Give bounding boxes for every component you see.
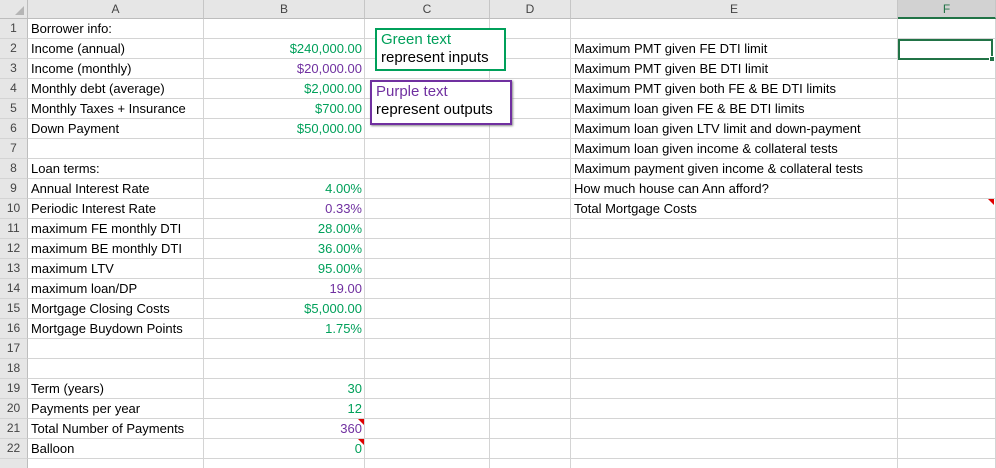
row-header-13[interactable]: 13	[0, 259, 28, 279]
label-cell-a11[interactable]: maximum FE monthly DTI	[28, 219, 204, 239]
label-cell-a5[interactable]: Monthly Taxes + Insurance	[28, 99, 204, 119]
inputs-legend-textbox[interactable]: Green text represent inputs	[375, 28, 506, 71]
input-value-b20[interactable]: 12	[204, 399, 365, 419]
select-all-corner[interactable]	[0, 0, 28, 19]
column-header-f[interactable]: F	[898, 0, 996, 19]
output-label-e8[interactable]: Maximum payment given income & collatera…	[571, 159, 898, 179]
label-cell-a16[interactable]: Mortgage Buydown Points	[28, 319, 204, 339]
row-header-18[interactable]: 18	[0, 359, 28, 379]
spreadsheet-grid[interactable]: A B C D E F 1 2 3 4 5 6 7 8 9 10 11 12 13 14 15 16 17 18 19 20 21 2…	[0, 0, 996, 468]
label-cell-a22[interactable]: Balloon	[28, 439, 204, 459]
row-header-21[interactable]: 21	[0, 419, 28, 439]
output-label-e2[interactable]: Maximum PMT given FE DTI limit	[571, 39, 898, 59]
input-value-b19[interactable]: 30	[204, 379, 365, 399]
gridline-horizontal	[28, 358, 996, 359]
outputs-legend-textbox[interactable]: Purple text represent outputs	[370, 80, 512, 125]
input-value-b12[interactable]: 36.00%	[204, 239, 365, 259]
output-label-e3[interactable]: Maximum PMT given BE DTI limit	[571, 59, 898, 79]
outputs-legend-desc: represent outputs	[376, 101, 493, 118]
row-header-12[interactable]: 12	[0, 239, 28, 259]
row-header-6[interactable]: 6	[0, 119, 28, 139]
input-value-b13[interactable]: 95.00%	[204, 259, 365, 279]
row-header-20[interactable]: 20	[0, 399, 28, 419]
input-value-b2[interactable]: $240,000.00	[204, 39, 365, 59]
comment-indicator-e10-icon	[988, 199, 994, 205]
select-all-triangle-icon	[15, 6, 24, 15]
row-header-8[interactable]: 8	[0, 159, 28, 179]
inputs-legend-desc: represent inputs	[381, 49, 489, 66]
label-cell-a4[interactable]: Monthly debt (average)	[28, 79, 204, 99]
row-header-partial[interactable]	[0, 459, 28, 468]
inputs-legend-title: Green text	[381, 31, 452, 48]
output-label-e5[interactable]: Maximum loan given FE & BE DTI limits	[571, 99, 898, 119]
label-cell-a13[interactable]: maximum LTV	[28, 259, 204, 279]
label-cell-a20[interactable]: Payments per year	[28, 399, 204, 419]
outputs-legend-title: Purple text	[376, 83, 448, 100]
row-header-3[interactable]: 3	[0, 59, 28, 79]
output-label-e9[interactable]: How much house can Ann afford?	[571, 179, 898, 199]
label-cell-a8[interactable]: Loan terms:	[28, 159, 204, 179]
row-header-1[interactable]: 1	[0, 19, 28, 39]
label-cell-a3[interactable]: Income (monthly)	[28, 59, 204, 79]
output-value-b14[interactable]: 19.00	[204, 279, 365, 299]
comment-indicator-b22-icon	[358, 439, 364, 445]
row-header-22[interactable]: 22	[0, 439, 28, 459]
row-header-14[interactable]: 14	[0, 279, 28, 299]
label-cell-a1[interactable]: Borrower info:	[28, 19, 204, 39]
output-label-e7[interactable]: Maximum loan given income & collateral t…	[571, 139, 898, 159]
row-header-11[interactable]: 11	[0, 219, 28, 239]
active-cell-f2[interactable]	[898, 39, 993, 60]
row-header-15[interactable]: 15	[0, 299, 28, 319]
fill-handle[interactable]	[989, 56, 995, 62]
input-value-b11[interactable]: 28.00%	[204, 219, 365, 239]
row-header-5[interactable]: 5	[0, 99, 28, 119]
input-value-b4[interactable]: $2,000.00	[204, 79, 365, 99]
label-cell-a10[interactable]: Periodic Interest Rate	[28, 199, 204, 219]
column-header-d[interactable]: D	[490, 0, 571, 19]
row-header-7[interactable]: 7	[0, 139, 28, 159]
column-header-b[interactable]: B	[204, 0, 365, 19]
row-header-10[interactable]: 10	[0, 199, 28, 219]
row-header-19[interactable]: 19	[0, 379, 28, 399]
label-cell-a14[interactable]: maximum loan/DP	[28, 279, 204, 299]
input-value-b15[interactable]: $5,000.00	[204, 299, 365, 319]
label-cell-a9[interactable]: Annual Interest Rate	[28, 179, 204, 199]
output-label-e10[interactable]: Total Mortgage Costs	[571, 199, 898, 219]
input-value-b6[interactable]: $50,000.00	[204, 119, 365, 139]
label-cell-a12[interactable]: maximum BE monthly DTI	[28, 239, 204, 259]
row-header-16[interactable]: 16	[0, 319, 28, 339]
input-value-b22[interactable]: 0	[204, 439, 365, 459]
row-header-2[interactable]: 2	[0, 39, 28, 59]
comment-indicator-b21-icon	[358, 419, 364, 425]
input-value-b16[interactable]: 1.75%	[204, 319, 365, 339]
row-header-4[interactable]: 4	[0, 79, 28, 99]
row-header-9[interactable]: 9	[0, 179, 28, 199]
output-label-e6[interactable]: Maximum loan given LTV limit and down-pa…	[571, 119, 898, 139]
label-cell-a21[interactable]: Total Number of Payments	[28, 419, 204, 439]
column-header-e[interactable]: E	[571, 0, 898, 19]
column-header-c[interactable]: C	[365, 0, 490, 19]
output-value-b10[interactable]: 0.33%	[204, 199, 365, 219]
label-cell-a2[interactable]: Income (annual)	[28, 39, 204, 59]
input-value-b5[interactable]: $700.00	[204, 99, 365, 119]
output-value-b3[interactable]: $20,000.00	[204, 59, 365, 79]
label-cell-a15[interactable]: Mortgage Closing Costs	[28, 299, 204, 319]
input-value-b9[interactable]: 4.00%	[204, 179, 365, 199]
output-label-e4[interactable]: Maximum PMT given both FE & BE DTI limit…	[571, 79, 898, 99]
output-value-b21[interactable]: 360	[204, 419, 365, 439]
label-cell-a6[interactable]: Down Payment	[28, 119, 204, 139]
column-header-a[interactable]: A	[28, 0, 204, 19]
row-header-17[interactable]: 17	[0, 339, 28, 359]
label-cell-a19[interactable]: Term (years)	[28, 379, 204, 399]
